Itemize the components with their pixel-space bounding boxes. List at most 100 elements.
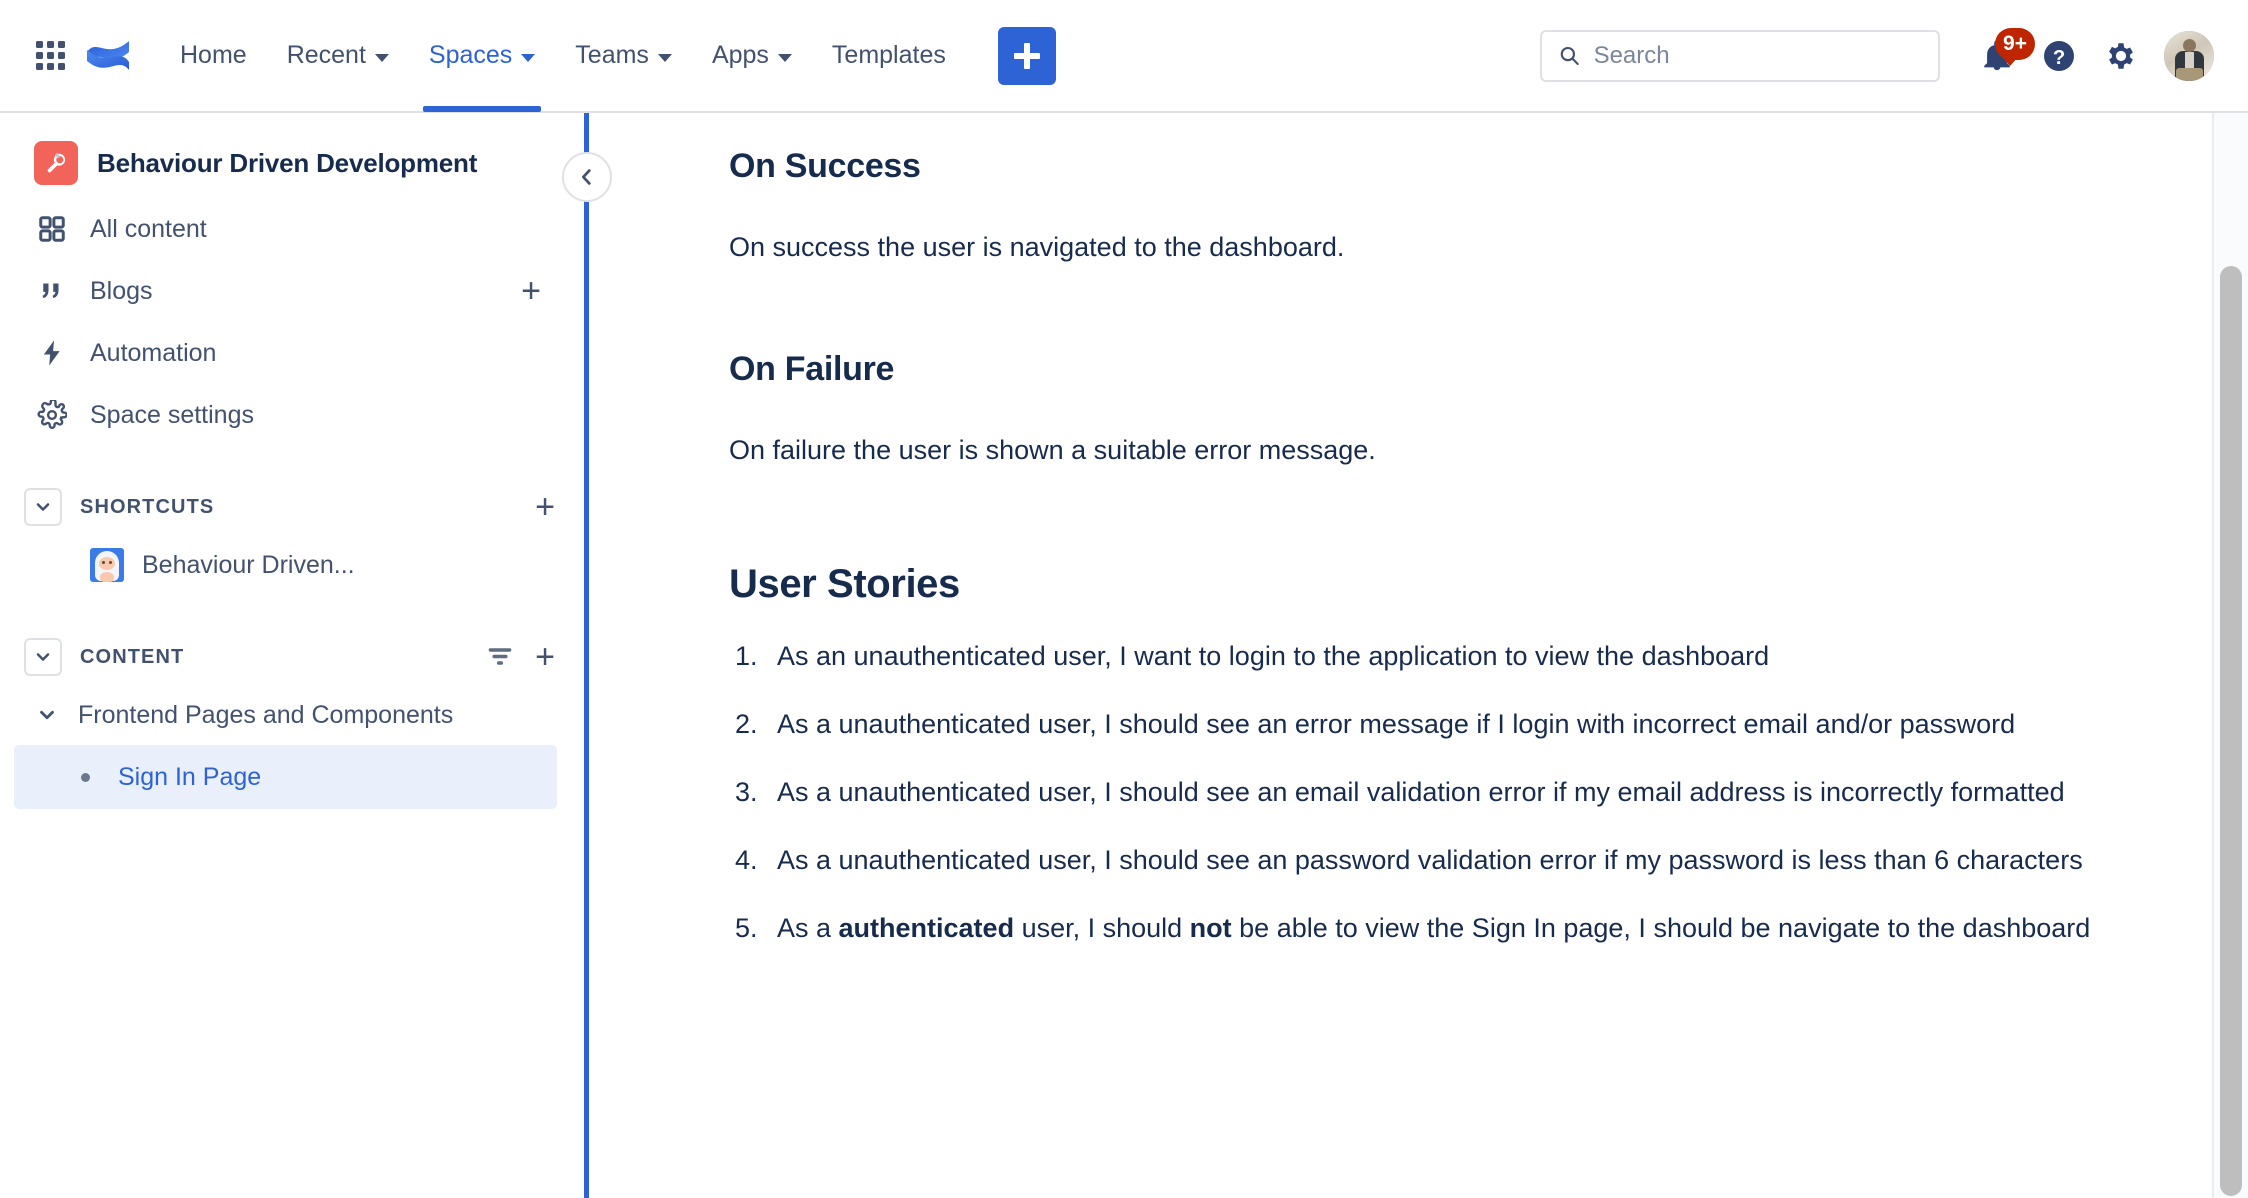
chevron-down-icon (777, 53, 792, 62)
user-story-text: be able to view the Sign In page, I shou… (1231, 913, 2091, 944)
shortcuts-section-title: SHORTCUTS (80, 495, 215, 518)
heading-user-stories: User Stories (729, 561, 960, 606)
add-shortcut-button[interactable]: + (535, 490, 555, 524)
quote-marks-icon (34, 276, 70, 306)
wrench-icon (47, 152, 66, 173)
user-avatar[interactable] (2164, 30, 2214, 81)
content-section-header: CONTENT + (0, 629, 585, 685)
paragraph-on-failure: On failure the user is shown a suitable … (729, 435, 1376, 466)
nav-item-templates[interactable]: Templates (812, 0, 966, 112)
nav-item-apps[interactable]: Apps (692, 0, 812, 112)
yeti-emoji-icon (90, 548, 124, 582)
shortcuts-toggle-button[interactable] (24, 488, 62, 526)
nav-item-label: Apps (711, 41, 769, 69)
space-title: Behaviour Driven Development (97, 147, 478, 178)
tree-item-label: Frontend Pages and Components (78, 700, 454, 729)
search-icon (1560, 46, 1579, 65)
space-header[interactable]: Behaviour Driven Development (0, 129, 585, 197)
sidebar-resize-divider[interactable] (584, 113, 589, 1198)
shortcuts-actions: + (535, 490, 555, 524)
user-story-text: As an unauthenticated user, I want to lo… (777, 640, 1770, 671)
sidebar-item-space-settings[interactable]: Space settings (0, 385, 571, 445)
bullet-dot-icon (66, 772, 104, 782)
add-content-button[interactable]: + (535, 640, 555, 674)
help-button[interactable]: ? (2030, 27, 2088, 85)
nav-item-home[interactable]: Home (160, 0, 267, 112)
vertical-scrollbar-thumb[interactable] (2220, 266, 2242, 1196)
user-story-text: user, I should (1014, 913, 1190, 944)
notifications-button[interactable]: 9+ (1968, 27, 2035, 85)
collapse-sidebar-button[interactable] (562, 152, 612, 202)
tree-item-frontend-pages-and-components[interactable]: Frontend Pages and Components (0, 685, 571, 745)
user-story-text: As a unauthenticated user, I should see … (777, 708, 2016, 739)
notification-badge: 9+ (1995, 27, 2035, 66)
user-story-text: As a unauthenticated user, I should see … (777, 776, 2065, 807)
user-stories-list: As an unauthenticated user, I want to lo… (729, 635, 2129, 950)
chevron-down-icon (657, 53, 672, 62)
heading-on-failure: On Failure (729, 350, 895, 389)
nav-item-label: Teams (575, 41, 649, 69)
confluence-logo-icon (87, 40, 129, 70)
user-story-text: As a (777, 913, 839, 944)
top-navigation-bar: Home Recent Spaces Teams Apps Templates (0, 0, 2248, 113)
sidebar-item-all-content[interactable]: All content (0, 199, 571, 259)
chevron-left-icon (581, 169, 591, 185)
chevron-down-icon (36, 653, 50, 661)
gear-icon (2109, 42, 2133, 69)
chevron-down-icon (36, 503, 50, 511)
heading-on-success: On Success (729, 147, 921, 185)
shortcuts-section-header: SHORTCUTS + (0, 479, 585, 535)
document-body: On Success On success the user is naviga… (729, 113, 2129, 949)
search-input[interactable] (1593, 41, 1922, 70)
content-toggle-button[interactable] (24, 638, 62, 676)
user-story-emphasis: not (1189, 913, 1232, 944)
search-container[interactable] (1540, 29, 1940, 82)
sidebar-item-label: All content (90, 214, 207, 243)
user-story-item: As a unauthenticated user, I should see … (729, 839, 2129, 881)
confluence-logo-button[interactable] (80, 34, 136, 78)
user-story-item: As a unauthenticated user, I should see … (729, 703, 2129, 745)
grid-apps-icon (35, 41, 65, 70)
tree-item-label: Sign In Page (118, 762, 262, 791)
sidebar-item-blogs[interactable]: Blogs + (0, 261, 571, 321)
tree-item-sign-in-page[interactable]: Sign In Page (14, 745, 557, 809)
app-switcher-button[interactable] (28, 34, 72, 78)
nav-left-group: Home Recent Spaces Teams Apps Templates (0, 0, 1056, 112)
create-button[interactable] (997, 26, 1056, 85)
paragraph-on-success: On success the user is navigated to the … (729, 232, 1345, 262)
page-content-area: On Success On success the user is naviga… (589, 113, 2213, 1198)
space-sidebar: Behaviour Driven Development All content… (0, 113, 585, 1198)
user-story-text: As a unauthenticated user, I should see … (777, 844, 2083, 875)
sidebar-item-label: Space settings (90, 400, 254, 429)
settings-button[interactable] (2092, 27, 2150, 85)
chevron-down-icon (374, 53, 389, 62)
sidebar-item-label: Automation (90, 338, 217, 367)
nav-item-spaces[interactable]: Spaces (409, 0, 555, 112)
lightning-bolt-icon (34, 338, 70, 368)
svg-text:?: ? (2053, 46, 2065, 68)
user-story-item: As an unauthenticated user, I want to lo… (729, 635, 2129, 677)
nav-item-label: Recent (286, 41, 366, 69)
nav-item-label: Home (180, 41, 247, 69)
plus-icon (1013, 42, 1040, 69)
add-blog-button[interactable]: + (521, 274, 541, 308)
help-question-icon: ? (2044, 40, 2074, 71)
content-section-title: CONTENT (80, 645, 185, 668)
user-story-item: As a authenticated user, I should not be… (729, 907, 2129, 949)
chevron-down-icon[interactable] (30, 704, 64, 726)
nav-item-teams[interactable]: Teams (555, 0, 692, 112)
sidebar-item-label: Blogs (90, 276, 153, 305)
nav-item-label: Spaces (428, 41, 513, 69)
main-nav-items: Home Recent Spaces Teams Apps Templates (160, 0, 966, 112)
user-story-item: As a unauthenticated user, I should see … (729, 771, 2129, 813)
shortcut-item-behaviour-driven[interactable]: Behaviour Driven... (0, 535, 571, 595)
user-story-emphasis: authenticated (838, 913, 1015, 944)
nav-item-label: Templates (831, 41, 946, 69)
nav-right-group: 9+ ? (1540, 27, 2248, 85)
sidebar-item-automation[interactable]: Automation (0, 323, 571, 383)
nav-item-recent[interactable]: Recent (267, 0, 409, 112)
vertical-scrollbar-track[interactable] (2212, 113, 2248, 1198)
filter-funnel-icon[interactable] (485, 642, 515, 672)
